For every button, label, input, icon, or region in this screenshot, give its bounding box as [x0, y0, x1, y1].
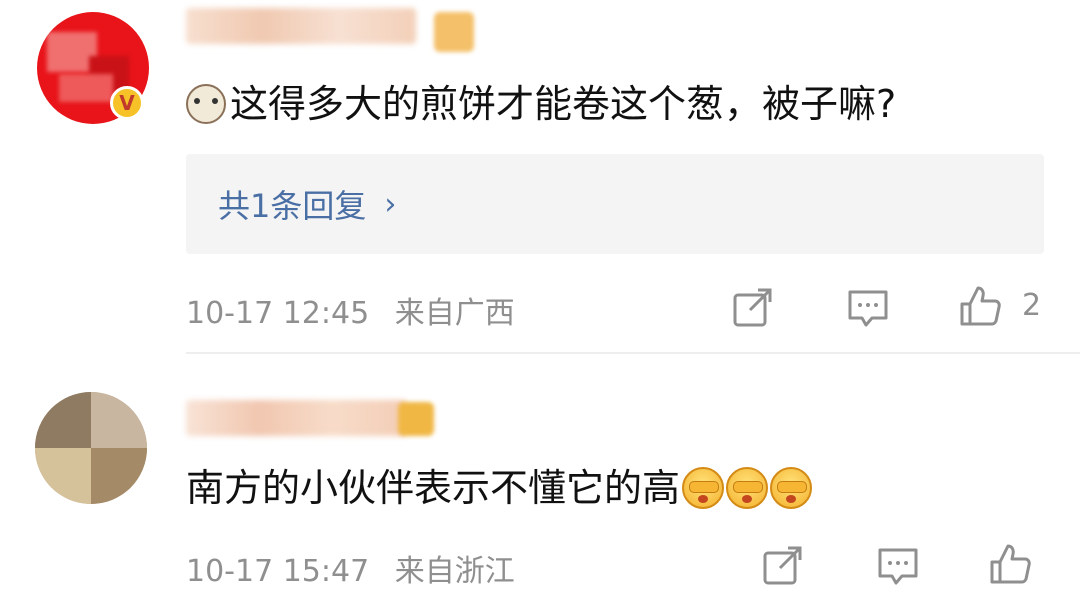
thumbs-up-icon[interactable] — [958, 284, 1002, 328]
location: 来自浙江 — [394, 554, 515, 589]
comment-icon[interactable] — [876, 544, 920, 588]
thumbs-up-icon[interactable] — [988, 542, 1032, 586]
chevron-right-icon: › — [384, 186, 397, 222]
cover-face-emoji-icon — [770, 467, 813, 509]
divider — [186, 352, 1080, 354]
cover-face-emoji-icon — [682, 467, 725, 509]
share-icon[interactable] — [732, 286, 776, 330]
view-replies-button[interactable]: 共1条回复 › — [186, 154, 1044, 254]
avatar[interactable] — [35, 392, 147, 504]
timestamp: 10-17 12:45 — [186, 296, 370, 331]
level-badge-icon — [434, 12, 474, 52]
replies-label: 共1条回复 — [218, 187, 367, 225]
share-icon[interactable] — [762, 544, 806, 588]
comment-meta: 10-17 12:45 来自广西 — [186, 288, 515, 332]
cat-emoji-icon — [186, 84, 226, 124]
cover-face-emoji-icon — [726, 467, 769, 509]
location: 来自广西 — [394, 296, 515, 331]
username-blurred[interactable] — [186, 400, 406, 436]
comment-item: V 这得多大的煎饼才能卷这个葱，被子嘛? 共1条回复 › 10-17 12:45… — [0, 0, 1080, 352]
comment-icon[interactable] — [846, 286, 890, 330]
comment-text: 南方的小伙伴表示不懂它的高 — [186, 464, 813, 512]
like-count: 2 — [1022, 288, 1042, 323]
username-blurred[interactable] — [186, 8, 416, 44]
timestamp: 10-17 15:47 — [186, 554, 370, 589]
level-badge-icon — [398, 402, 434, 436]
verified-badge-icon: V — [110, 86, 144, 120]
comment-meta: 10-17 15:47 来自浙江 — [186, 546, 515, 590]
comment-body: 这得多大的煎饼才能卷这个葱，被子嘛? — [230, 82, 897, 126]
comment-text: 这得多大的煎饼才能卷这个葱，被子嘛? — [186, 80, 896, 128]
comment-body: 南方的小伙伴表示不懂它的高 — [186, 466, 681, 510]
